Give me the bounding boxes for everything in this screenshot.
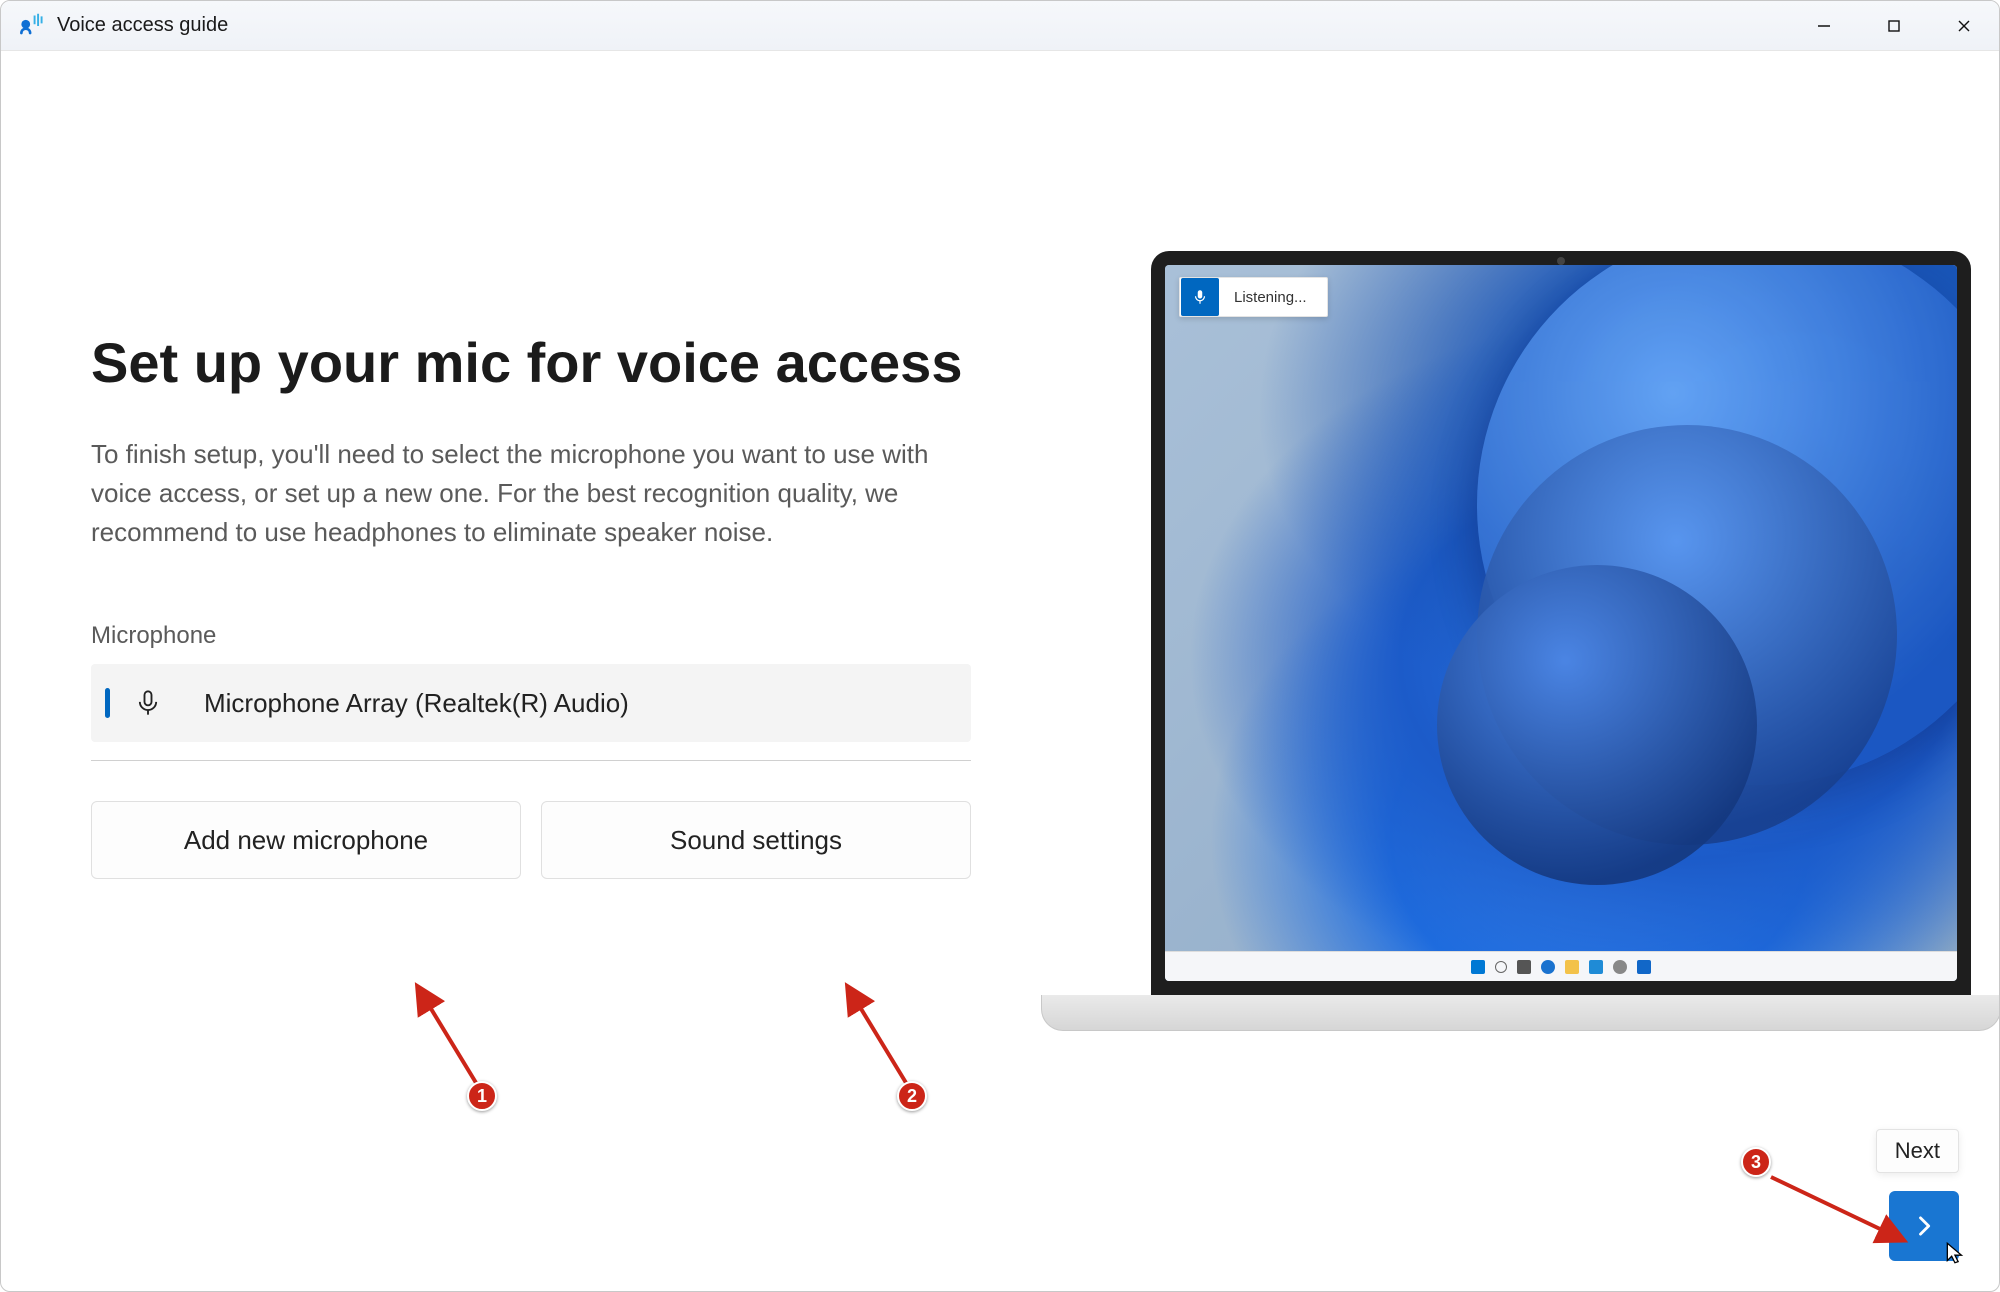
content-area: Set up your mic for voice access To fini… (1, 51, 1999, 1291)
taskbar-start-icon (1471, 960, 1485, 974)
taskbar-search-icon (1495, 961, 1507, 973)
annotation-arrow-1 (371, 971, 511, 1111)
microphone-selector[interactable]: Microphone Array (Realtek(R) Audio) (91, 664, 971, 742)
divider (91, 760, 971, 761)
taskbar-taskview-icon (1517, 960, 1531, 974)
taskbar-settings-icon (1613, 960, 1627, 974)
cursor-pointer-icon (1943, 1240, 1969, 1271)
window-title: Voice access guide (57, 14, 228, 37)
next-area: Next (1876, 1129, 1959, 1261)
illustration-taskbar (1165, 951, 1957, 981)
page-description: To finish setup, you'll need to select t… (91, 435, 951, 552)
window: Voice access guide Set up your mic for v… (0, 0, 2000, 1292)
taskbar-explorer-icon (1565, 960, 1579, 974)
voice-access-status-bar: Listening... (1179, 277, 1328, 317)
titlebar: Voice access guide (1, 1, 1999, 51)
annotation-badge-2: 2 (897, 1081, 927, 1111)
laptop-illustration: Listening... (1041, 251, 2000, 1031)
setup-pane: Set up your mic for voice access To fini… (91, 331, 991, 879)
minimize-button[interactable] (1789, 1, 1859, 51)
close-button[interactable] (1929, 1, 1999, 51)
selection-accent-bar (105, 688, 110, 718)
add-new-microphone-label: Add new microphone (184, 825, 428, 856)
taskbar-mail-icon (1637, 960, 1651, 974)
window-controls (1789, 1, 1999, 51)
voice-access-status-text: Listening... (1220, 289, 1327, 306)
microphone-icon (134, 689, 162, 717)
microphone-label: Microphone (91, 622, 991, 650)
annotation-badge-3: 3 (1741, 1147, 1771, 1177)
taskbar-edge-icon (1541, 960, 1555, 974)
add-new-microphone-button[interactable]: Add new microphone (91, 801, 521, 879)
next-tooltip: Next (1876, 1129, 1959, 1173)
next-button[interactable] (1889, 1191, 1959, 1261)
voice-access-mic-icon (1181, 278, 1219, 316)
annotation-badge-1: 1 (467, 1081, 497, 1111)
selected-microphone-name: Microphone Array (Realtek(R) Audio) (204, 688, 629, 719)
annotation-arrow-2 (801, 971, 941, 1111)
sound-settings-label: Sound settings (670, 825, 842, 856)
maximize-button[interactable] (1859, 1, 1929, 51)
sound-settings-button[interactable]: Sound settings (541, 801, 971, 879)
taskbar-store-icon (1589, 960, 1603, 974)
page-heading: Set up your mic for voice access (91, 331, 991, 395)
voice-access-app-icon (17, 12, 45, 40)
